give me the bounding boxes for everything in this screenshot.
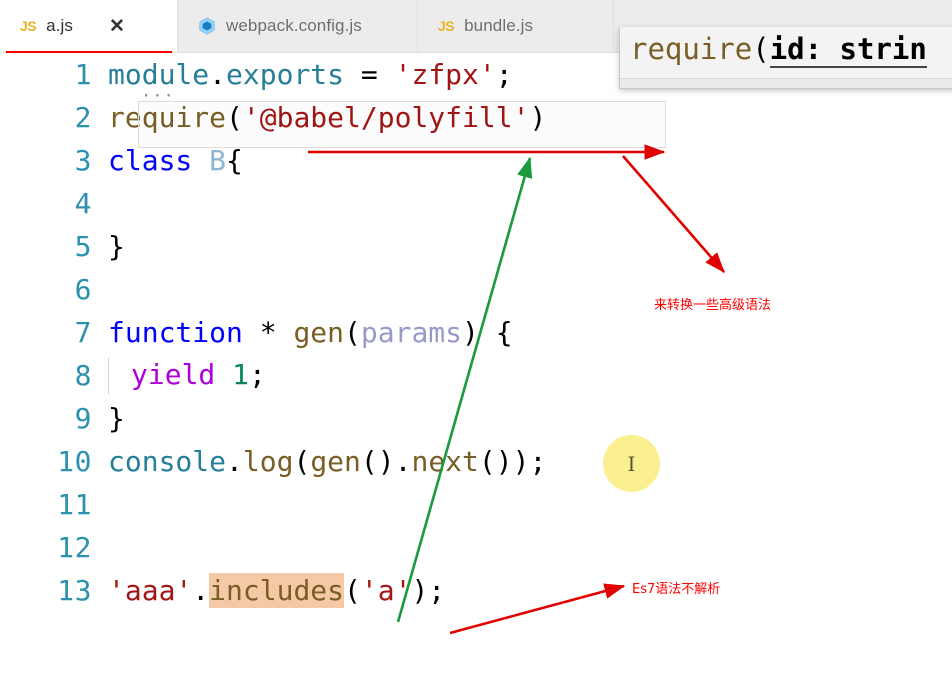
signature-param: id: strin: [769, 32, 927, 68]
token-function-keyword: function: [108, 316, 243, 349]
anno-transform-syntax: 来转换一些高级语法: [654, 298, 772, 313]
line-number: 4: [74, 187, 92, 220]
token-console: console: [108, 445, 227, 478]
line-number: 12: [57, 531, 92, 564]
token-close-brace: }: [108, 230, 125, 263]
webpack-hexagon-icon: [198, 17, 216, 35]
token-close-paren-semicolon: );: [411, 574, 446, 607]
tab-label: webpack.config.js: [226, 16, 362, 35]
code-line: 13 'aaa'.includes('a');: [0, 569, 952, 612]
code-line: 9 }: [0, 397, 952, 440]
js-file-icon: JS: [438, 18, 455, 34]
token-open-brace: {: [226, 144, 243, 177]
token-open-paren: (: [344, 574, 361, 607]
line-number: 11: [57, 488, 92, 521]
indent-guide: [108, 357, 109, 394]
code-text: 'aaa'.includes('a');: [108, 573, 446, 608]
signature-text: require(id: strin: [630, 32, 927, 68]
code-text: class B{: [108, 144, 243, 177]
token-fn-gen: gen: [293, 316, 345, 349]
token-open-paren: (: [344, 316, 361, 349]
popup-footer-bar: [620, 78, 952, 88]
token-fn-gen-call: gen: [310, 445, 361, 478]
code-line: 10 console.log(gen().next());: [0, 440, 952, 483]
token-string-a: 'a': [360, 574, 412, 607]
token-dot: .: [192, 574, 210, 607]
token-close-paren: ): [462, 316, 479, 349]
code-line: 5 }: [0, 225, 952, 268]
tab-a-js[interactable]: JS a.js ✕: [0, 0, 178, 52]
js-file-icon: JS: [20, 18, 37, 34]
code-text: console.log(gen().next());: [108, 445, 546, 478]
token-exports: exports: [226, 58, 345, 91]
tab-webpack-config-js[interactable]: webpack.config.js: [178, 0, 418, 52]
token-semicolon: ;: [249, 357, 266, 391]
token-call-parens: (): [360, 445, 395, 478]
token-close-paren-semicolon: );: [512, 445, 547, 478]
code-line: 7 function * gen(params) {: [0, 311, 952, 354]
signature-help-popup: require(id: strin: [619, 27, 952, 89]
active-tab-underline: [6, 51, 172, 53]
token-method-includes: includes: [209, 573, 345, 608]
token-close-paren: ): [529, 101, 547, 134]
token-next: next: [411, 445, 479, 478]
token-call-parens: (): [478, 445, 513, 478]
code-editor-area[interactable]: 1 module.exports = 'zfpx'; 2 require('@b…: [0, 53, 952, 685]
line-number: 7: [74, 316, 92, 349]
token-dot: .: [394, 445, 412, 478]
token-string-babel-polyfill: '@babel/polyfill': [242, 101, 530, 134]
token-open-brace: {: [478, 316, 513, 349]
editor-window: JS a.js ✕ webpack.config.js JS bundle.js…: [0, 0, 952, 685]
token-semicolon: ;: [495, 58, 513, 91]
token-log: log: [242, 445, 294, 478]
line-number: 8: [74, 359, 92, 392]
line-number: 2: [74, 101, 92, 134]
token-open-paren: (: [226, 101, 243, 134]
line-number: 9: [74, 402, 92, 435]
token-dot: .: [209, 58, 227, 91]
token-string-aaa: 'aaa': [108, 574, 193, 607]
tab-bundle-js[interactable]: JS bundle.js: [418, 0, 614, 52]
token-string-zfpx: 'zfpx': [394, 58, 496, 91]
signature-open-paren: (: [752, 32, 770, 66]
code-line: 12: [0, 526, 952, 569]
close-icon[interactable]: ✕: [109, 17, 125, 36]
code-line: 11: [0, 483, 952, 526]
click-indicator: I: [603, 435, 660, 492]
text-cursor-icon: I: [627, 451, 636, 476]
token-dot: .: [226, 445, 243, 478]
line-number: 5: [74, 230, 92, 263]
code-text: function * gen(params) {: [108, 316, 513, 349]
anno-es7-not-parsed: Es7语法不解析: [632, 582, 721, 597]
token-number-one: 1: [215, 357, 250, 391]
token-yield-keyword: yield: [131, 357, 216, 391]
code-line: 4: [0, 182, 952, 225]
token-class-name-b: B: [192, 144, 227, 177]
line-number: 1: [74, 58, 92, 91]
code-text: yield 1;: [108, 357, 266, 394]
line-number: 3: [74, 144, 92, 177]
tab-label: bundle.js: [464, 16, 534, 35]
line-number: 10: [57, 445, 92, 478]
signature-fn-name: require: [630, 32, 753, 66]
token-open-paren: (: [293, 445, 311, 478]
tab-label: a.js: [46, 16, 73, 35]
token-equals: =: [344, 58, 395, 91]
line-number: 13: [57, 574, 92, 607]
line-number: 6: [74, 273, 92, 306]
token-close-brace: }: [108, 402, 125, 435]
code-line: 8 yield 1;: [0, 354, 952, 397]
token-param-params: params: [360, 316, 463, 349]
folded-code-ellipsis[interactable]: ···: [141, 88, 175, 105]
code-line: 6: [0, 268, 952, 311]
token-class-keyword: class: [108, 144, 193, 177]
code-line: 3 class B{: [0, 139, 952, 182]
token-generator-star: *: [242, 316, 294, 349]
